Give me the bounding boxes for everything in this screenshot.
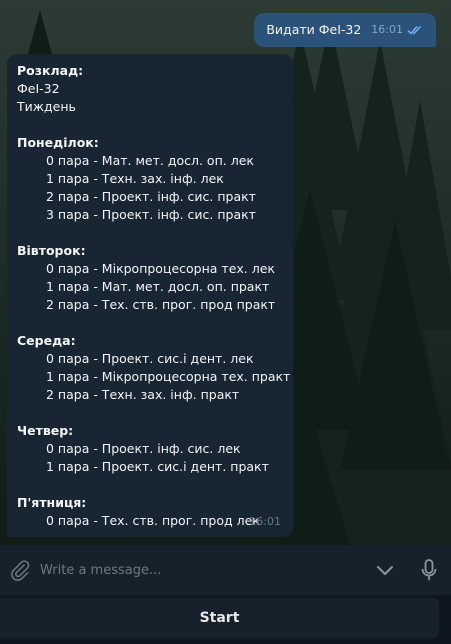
attach-button[interactable] <box>0 545 40 595</box>
incoming-message[interactable]: Розклад: ФеІ-32 Тиждень Понеділок: 0 пара - … <box>7 54 293 537</box>
bot-start-bar: Start <box>0 595 451 644</box>
outgoing-message-time: 16:01 <box>371 23 403 36</box>
bot-keyboard-toggle-button[interactable] <box>363 545 407 595</box>
schedule-line: 0 пара - Мат. мет. досл. оп. лек <box>46 153 254 168</box>
schedule-line: 2 пара - Проект. інф. сис. практ <box>46 189 256 204</box>
message-list: Видати ФеІ-32 16:01 Розклад: ФеІ-32 Тижден… <box>0 0 451 545</box>
schedule-line: 3 пара - Проект. інф. сис. практ <box>46 207 256 222</box>
schedule-line: ФеІ-32 <box>17 81 60 96</box>
day-heading: Четвер: <box>17 423 74 438</box>
microphone-icon <box>421 559 437 581</box>
chevron-down-icon <box>377 566 393 575</box>
schedule-line: 0 пара - Проект. інф. сис. лек <box>46 441 241 456</box>
voice-message-button[interactable] <box>407 545 451 595</box>
outgoing-message-text: Видати ФеІ-32 <box>266 22 362 37</box>
message-composer <box>0 545 451 595</box>
day-heading: Вівторок: <box>17 243 86 258</box>
incoming-message-time: 16:01 <box>249 515 281 528</box>
schedule-line: Тиждень <box>17 99 76 114</box>
schedule-line: 1 пара - Мікропроцесорна тех. практ <box>46 369 291 384</box>
schedule-line: 1 пара - Техн. зах. інф. лек <box>46 171 224 186</box>
schedule-line: 2 пара - Техн. зах. інф. практ <box>46 387 240 402</box>
schedule-text: Розклад: ФеІ-32 Тиждень Понеділок: 0 пара - … <box>17 62 291 530</box>
paperclip-icon <box>11 560 30 581</box>
day-heading: Розклад: <box>17 63 84 78</box>
schedule-line: 1 пара - Проект. сис.і дент. практ <box>46 459 269 474</box>
day-heading: Понеділок: <box>17 135 99 150</box>
day-heading: П'ятниця: <box>17 495 87 510</box>
schedule-line: 0 пара - Тех. ств. прог. прод лек <box>46 513 260 528</box>
outgoing-message[interactable]: Видати ФеІ-32 16:01 <box>254 13 436 47</box>
schedule-line: 1 пара - Мат. мет. досл. оп. практ <box>46 279 270 294</box>
start-button[interactable]: Start <box>0 598 439 638</box>
message-input[interactable] <box>40 562 363 578</box>
day-heading: Середа: <box>17 333 76 348</box>
schedule-line: 0 пара - Мікропроцесорна тех. лек <box>46 261 275 276</box>
schedule-line: 2 пара - Тех. ств. прог. прод практ <box>46 297 276 312</box>
double-check-icon <box>407 25 422 35</box>
schedule-line: 0 пара - Проект. сис.і дент. лек <box>46 351 254 366</box>
message-meta: 16:01 <box>371 21 424 39</box>
